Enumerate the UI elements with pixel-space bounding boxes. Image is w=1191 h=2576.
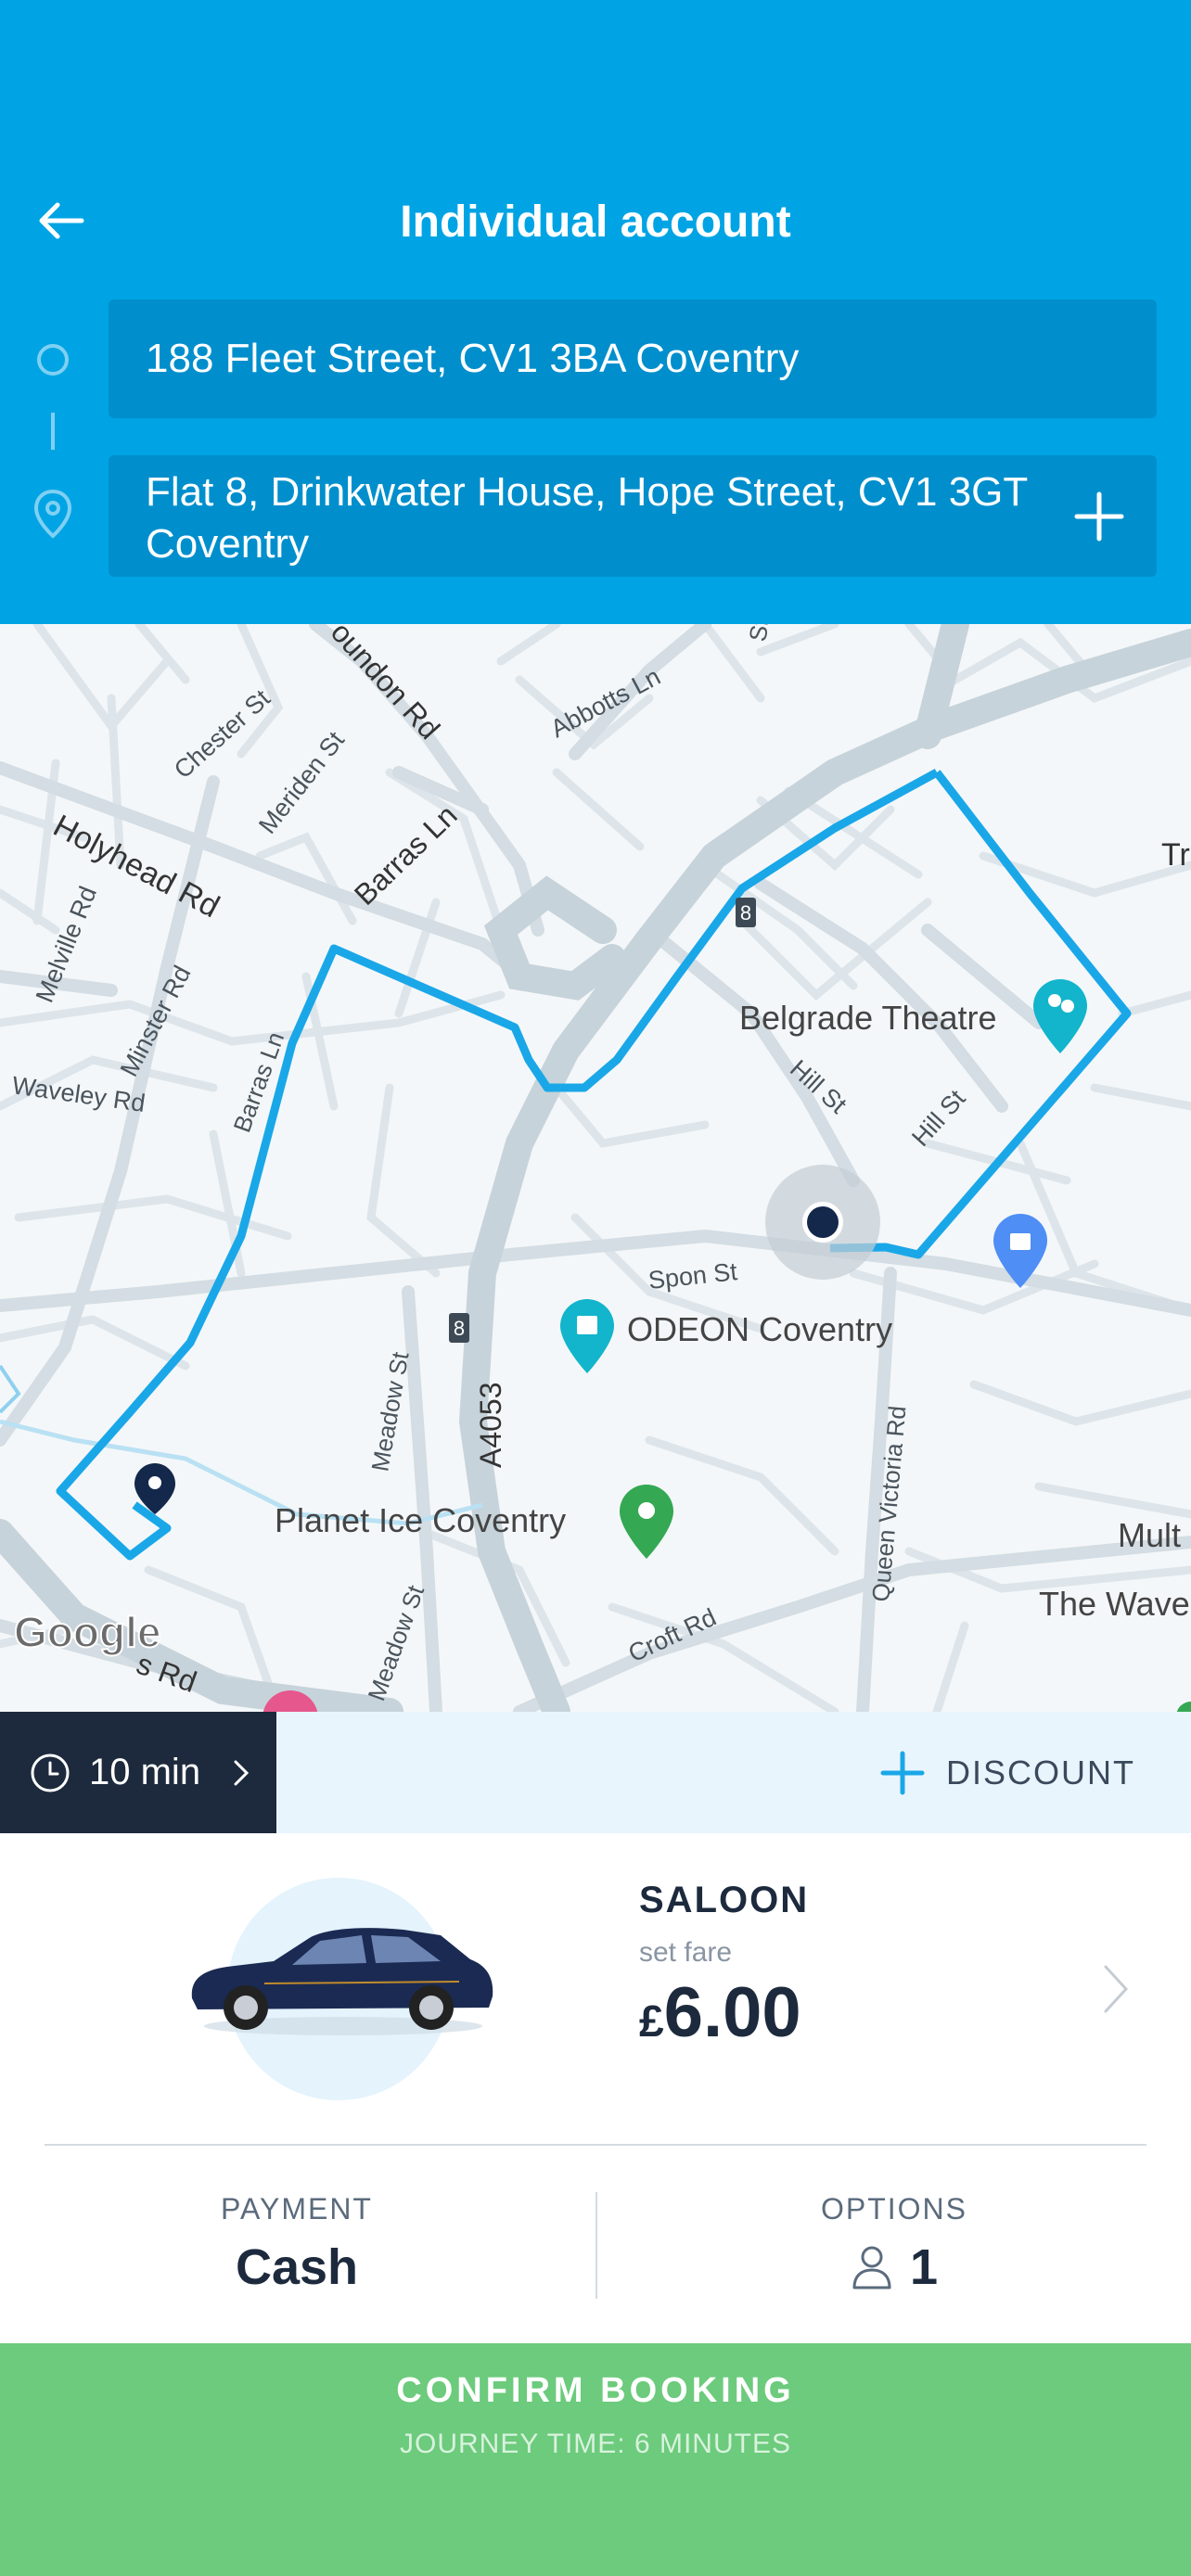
header: Individual account 188 Fleet Street, CV1… bbox=[0, 0, 1191, 624]
origin-address: 188 Fleet Street, CV1 3BA Coventry bbox=[146, 336, 800, 381]
origin-circle-icon bbox=[37, 344, 69, 376]
currency-symbol: £ bbox=[639, 1997, 664, 2047]
destination-address: Flat 8, Drinkwater House, Hope Street, C… bbox=[146, 469, 1028, 567]
street-label: Tr bbox=[1161, 837, 1190, 873]
fare-type-label: set fare bbox=[639, 1937, 733, 1968]
plus-icon bbox=[880, 1751, 925, 1794]
options-selector[interactable]: OPTIONS 1 bbox=[597, 2146, 1191, 2343]
options-label: OPTIONS bbox=[820, 2192, 967, 2225]
journey-time-label: JOURNEY TIME: 6 MINUTES bbox=[400, 2429, 791, 2459]
discount-button[interactable]: DISCOUNT bbox=[879, 1712, 1135, 1833]
passenger-count-value: 1 bbox=[909, 2239, 939, 2295]
clock-icon bbox=[31, 1753, 70, 1792]
chevron-right-icon bbox=[234, 1760, 250, 1786]
car-icon bbox=[191, 1928, 493, 2035]
svg-text:8: 8 bbox=[740, 901, 751, 925]
person-icon bbox=[852, 2246, 891, 2289]
road-number-badge: 8 bbox=[736, 898, 756, 927]
vehicle-name: SALOON bbox=[639, 1880, 810, 1920]
google-logo: Google bbox=[14, 1608, 160, 1656]
poi-label: Mult bbox=[1118, 1516, 1181, 1554]
payment-value: Cash bbox=[235, 2239, 359, 2295]
passenger-count: 1 bbox=[597, 2238, 1191, 2296]
payment-selector[interactable]: PAYMENT Cash bbox=[0, 2146, 594, 2343]
svg-text:8: 8 bbox=[454, 1317, 465, 1340]
vehicle-selector[interactable]: SALOON set fare £6.00 bbox=[0, 1833, 1191, 2144]
current-location-marker bbox=[765, 1165, 880, 1280]
confirm-booking-label: CONFIRM BOOKING bbox=[396, 2371, 795, 2410]
payment-label: PAYMENT bbox=[221, 2192, 373, 2225]
eta-discount-bar: 10 min DISCOUNT bbox=[0, 1712, 1191, 1833]
map-canvas[interactable]: 8 8 Holyhead Rd Barras Ln Barras Ln Ches… bbox=[0, 624, 1191, 1712]
chevron-right-icon[interactable] bbox=[1102, 1963, 1130, 2015]
discount-label: DISCOUNT bbox=[946, 1753, 1135, 1792]
fare-price: £6.00 bbox=[639, 1972, 801, 2053]
road-number-badge: 8 bbox=[449, 1313, 469, 1343]
poi-label: Belgrade Theatre bbox=[739, 999, 997, 1037]
route-map[interactable]: 8 8 Holyhead Rd Barras Ln Barras Ln Ches… bbox=[0, 624, 1191, 1712]
destination-field[interactable]: Flat 8, Drinkwater House, Hope Street, C… bbox=[109, 455, 1157, 577]
route-indicator bbox=[33, 344, 72, 539]
plus-icon[interactable] bbox=[1069, 487, 1129, 546]
origin-field[interactable]: 188 Fleet Street, CV1 3BA Coventry bbox=[109, 300, 1157, 418]
eta-label: 10 min bbox=[89, 1752, 201, 1792]
poi-label: ODEON Coventry bbox=[627, 1310, 892, 1348]
street-label: A4053 bbox=[474, 1382, 507, 1468]
confirm-booking-button[interactable]: CONFIRM BOOKING JOURNEY TIME: 6 MINUTES bbox=[0, 2343, 1191, 2576]
poi-label: The Wave bbox=[1039, 1585, 1190, 1623]
location-pin-icon bbox=[33, 489, 72, 539]
poi-label: Planet Ice Coventry bbox=[275, 1501, 566, 1539]
page-title: Individual account bbox=[400, 198, 791, 247]
fare-amount: 6.00 bbox=[663, 1973, 801, 2052]
eta-button[interactable]: 10 min bbox=[0, 1712, 276, 1833]
